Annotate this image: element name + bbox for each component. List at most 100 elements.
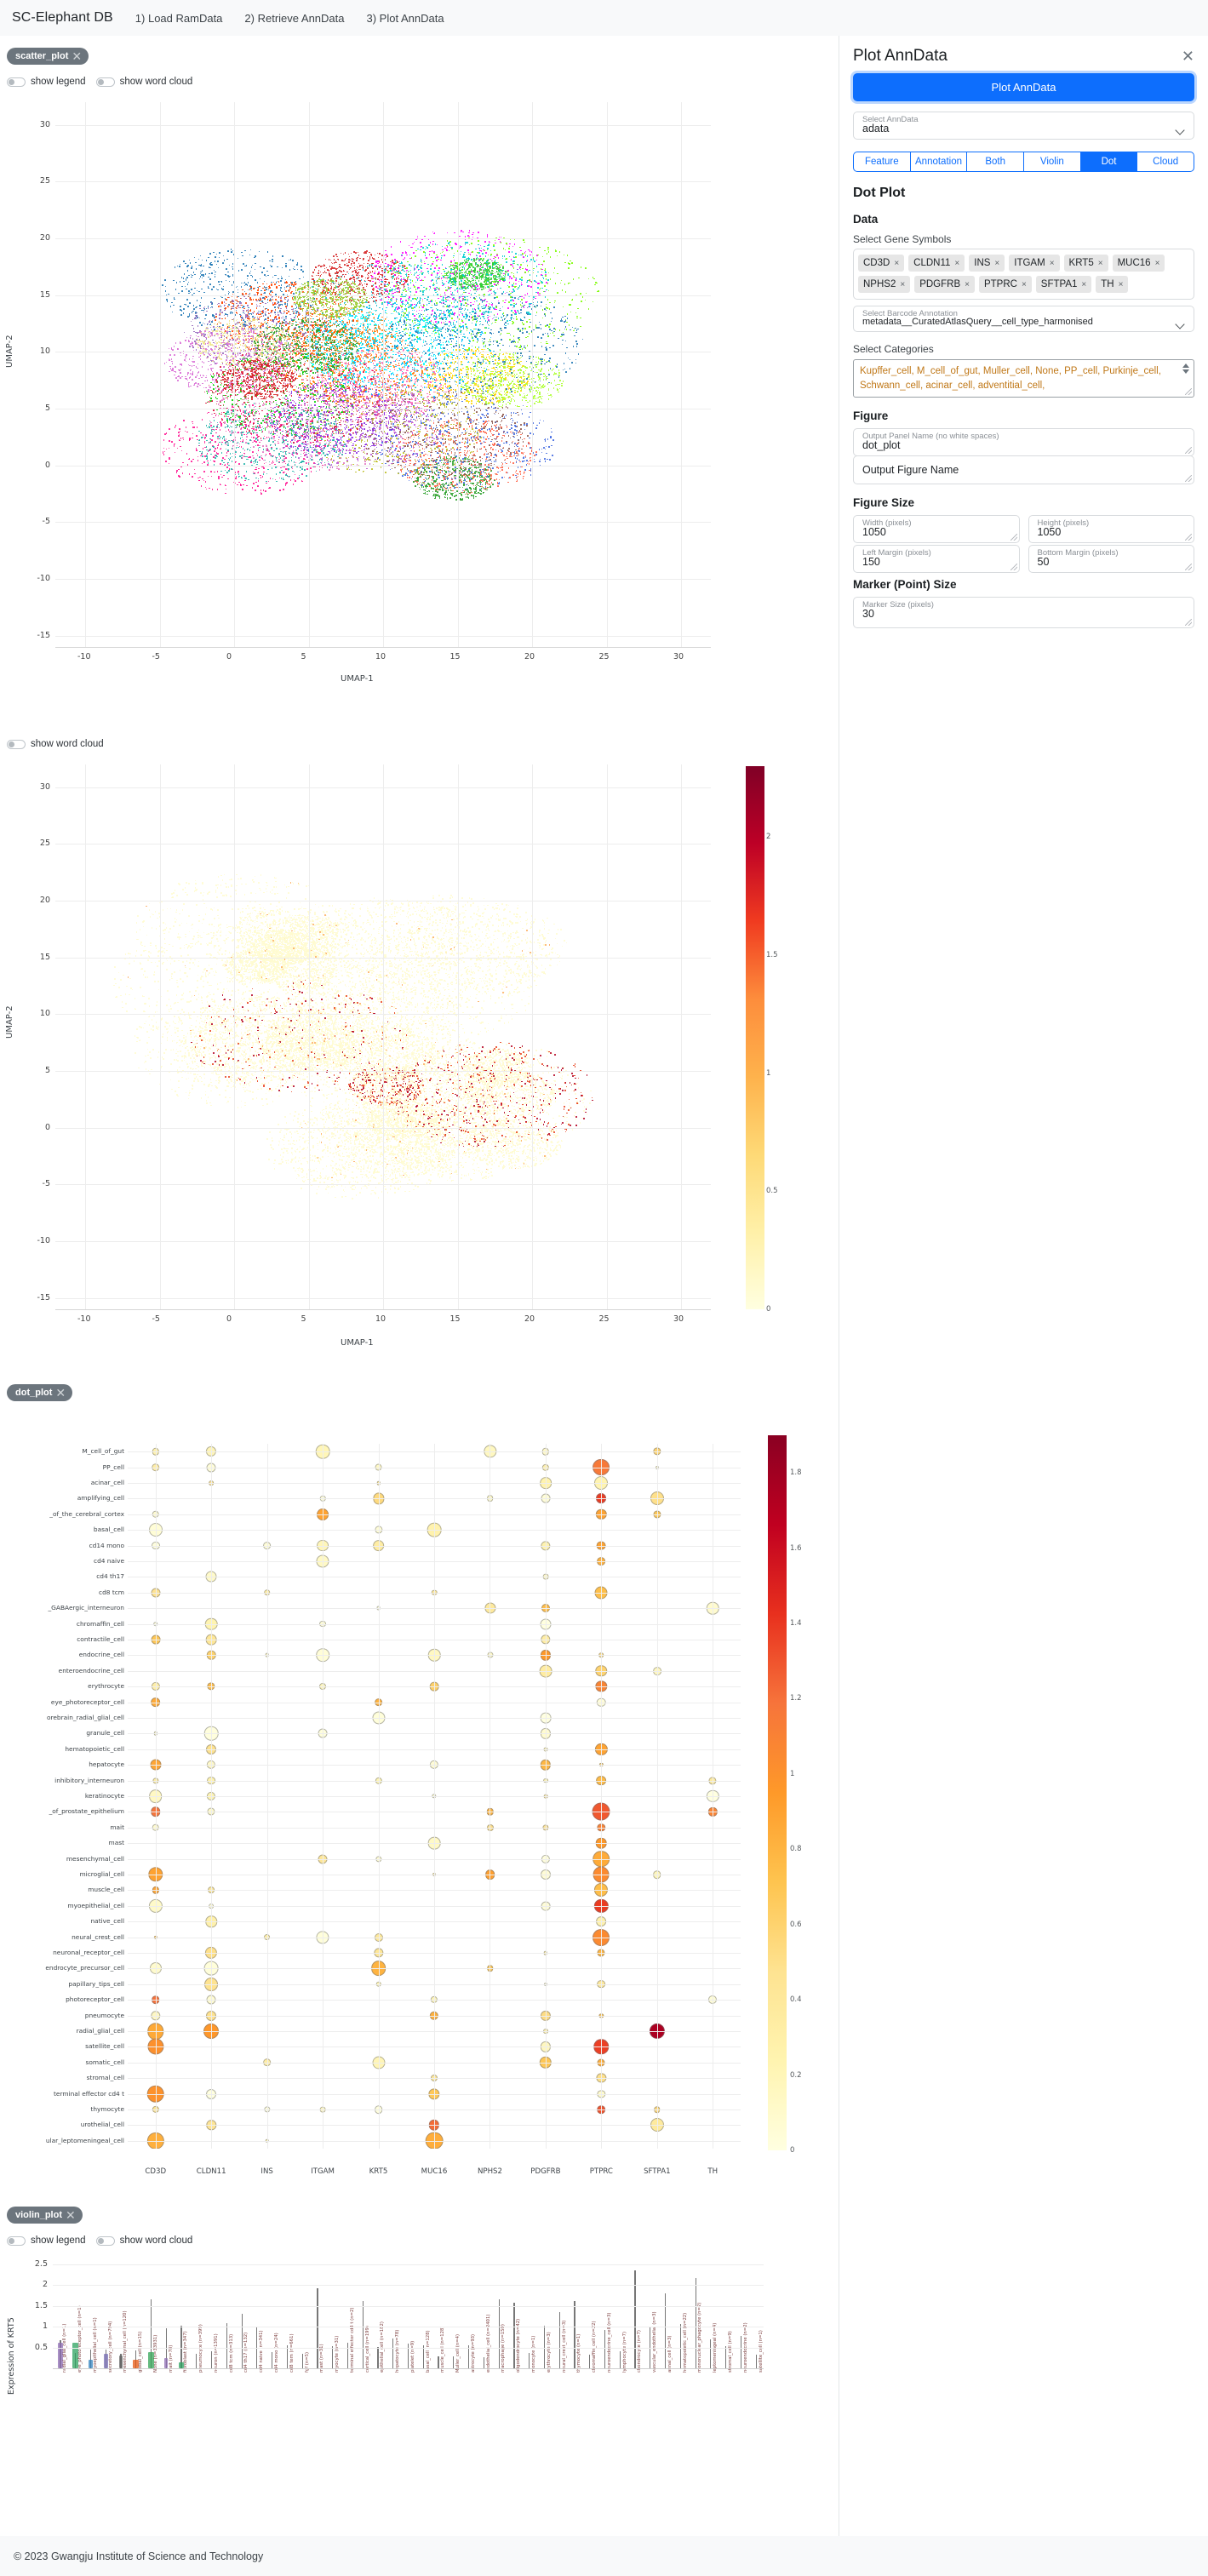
colorbar-tick-label: 1.5	[766, 951, 778, 959]
nav-link-retrieve-anndata[interactable]: 2) Retrieve AnnData	[244, 12, 344, 25]
resize-handle[interactable]	[1010, 564, 1017, 571]
figure-heading: Figure	[853, 409, 1194, 422]
scatter-plot-chip[interactable]: scatter_plot ✕	[7, 48, 89, 65]
gene-tag[interactable]: PDGFRB ×	[914, 276, 975, 293]
figure-width-field[interactable]: Width (pixels) 1050	[853, 515, 1020, 544]
toggle-label: show word cloud	[120, 77, 193, 87]
remove-gene-icon[interactable]: ×	[994, 259, 999, 268]
remove-gene-icon[interactable]: ×	[1050, 259, 1055, 268]
chevron-up-icon[interactable]	[1182, 364, 1189, 368]
violin-range-line	[196, 2353, 198, 2368]
toggle-switch[interactable]	[95, 2235, 115, 2246]
dot-plot-chip[interactable]: dot_plot ✕	[7, 1384, 73, 1401]
remove-gene-icon[interactable]: ×	[954, 259, 959, 268]
toggle-switch[interactable]	[95, 77, 115, 87]
dot-plot-panel-header: dot_plot ✕	[7, 1384, 73, 1401]
resize-handle[interactable]	[1185, 388, 1192, 396]
marker-size-field[interactable]: Marker Size (pixels) 30	[853, 597, 1194, 629]
gene-tag[interactable]: CD3D ×	[858, 255, 905, 272]
gene-tag[interactable]: SFTPA1 ×	[1035, 276, 1092, 293]
figure-height-field[interactable]: Height (pixels) 1050	[1028, 515, 1194, 544]
gene-symbols-tagbox[interactable]: CD3D × CLDN11 × INS × ITGAM × KRT5 × MUC16 × NPHS2 × P…	[853, 249, 1194, 300]
umap-categorical-scatter[interactable]: UMAP-2 UMAP-1 -10 -5 0 5 10 15 20 25 30 -15 -10 -5 0…	[0, 87, 732, 691]
tab-both[interactable]: Both	[966, 152, 1024, 172]
toggle-show-word-cloud-violin[interactable]: show word cloud	[95, 2235, 192, 2246]
violin-plot-chip[interactable]: violin_plot ✕	[7, 2207, 83, 2224]
tab-cloud[interactable]: Cloud	[1136, 152, 1195, 172]
tab-feature[interactable]: Feature	[853, 152, 910, 172]
gene-tag[interactable]: MUC16 ×	[1112, 255, 1165, 272]
gridline	[55, 1071, 711, 1072]
axis-tick-label: 15	[28, 953, 50, 962]
gridline	[532, 102, 533, 647]
output-panel-name-field[interactable]: Output Panel Name (no white spaces) dot_…	[853, 428, 1194, 457]
axis-tick-label: -10	[77, 652, 91, 661]
violin-category-label: endothelial_cell (n=2401)	[486, 2315, 491, 2373]
resize-handle[interactable]	[1185, 447, 1192, 455]
violin-body	[103, 2354, 108, 2368]
bottom-margin-field[interactable]: Bottom Margin (pixels) 50	[1028, 545, 1194, 574]
toggle-show-legend-scatter[interactable]: show legend	[7, 77, 86, 87]
gene-tag[interactable]: TH ×	[1096, 276, 1129, 293]
close-icon[interactable]: ✕	[72, 50, 82, 62]
dot-plot-row-label: urothelial_cell	[0, 2121, 124, 2128]
colorbar-tick-label: 0.2	[790, 2071, 802, 2080]
dot-plot-column-label: PDGFRB	[515, 2167, 576, 2176]
dot-plot-column-label: ITGAM	[292, 2167, 353, 2176]
select-anndata-dropdown[interactable]: Select AnnData adata	[853, 112, 1194, 140]
remove-gene-icon[interactable]: ×	[1155, 259, 1160, 268]
gridline	[383, 102, 384, 647]
resize-handle[interactable]	[1185, 534, 1192, 541]
tab-dot[interactable]: Dot	[1079, 152, 1137, 172]
gene-tag[interactable]: KRT5 ×	[1063, 255, 1108, 272]
left-margin-field[interactable]: Left Margin (pixels) 150	[853, 545, 1020, 574]
colorbar-tick-label: 1	[790, 1770, 794, 1778]
gene-tag-label: TH	[1101, 279, 1114, 289]
remove-gene-icon[interactable]: ×	[965, 280, 970, 289]
plot-anndata-button[interactable]: Plot AnnData	[853, 73, 1194, 101]
toggle-switch[interactable]	[7, 77, 26, 87]
remove-gene-icon[interactable]: ×	[1081, 280, 1086, 289]
violin-plot-figure[interactable]: Expression of KRT5 radial_glial_cell (n=…	[0, 2246, 817, 2536]
remove-gene-icon[interactable]: ×	[1098, 259, 1103, 268]
app-brand[interactable]: SC-Elephant DB	[12, 10, 113, 26]
close-icon[interactable]: ✕	[1182, 49, 1194, 64]
toggle-switch[interactable]	[7, 2235, 26, 2246]
remove-gene-icon[interactable]: ×	[894, 259, 899, 268]
gene-tag[interactable]: ITGAM ×	[1009, 255, 1060, 272]
violin-category-label: cd8 tcm (n=313)	[229, 2334, 234, 2373]
resize-handle[interactable]	[1185, 475, 1192, 483]
toggle-switch[interactable]	[7, 739, 26, 749]
dot-plot-figure[interactable]: M_cell_of_gut PP_cell acinar_cell amplifyin…	[0, 1408, 817, 2200]
resize-handle[interactable]	[1185, 564, 1192, 571]
nav-link-plot-anndata[interactable]: 3) Plot AnnData	[367, 12, 444, 25]
resize-handle[interactable]	[1010, 534, 1017, 541]
gridline	[55, 957, 711, 959]
select-categories-listbox[interactable]: Kupffer_cell, M_cell_of_gut, Muller_cell…	[853, 359, 1194, 398]
tab-violin[interactable]: Violin	[1023, 152, 1080, 172]
close-icon[interactable]: ✕	[55, 1387, 66, 1399]
remove-gene-icon[interactable]: ×	[900, 280, 905, 289]
remove-gene-icon[interactable]: ×	[1119, 280, 1124, 289]
toggle-show-word-cloud-feature[interactable]: show word cloud	[7, 739, 104, 749]
umap-feature-scatter[interactable]: UMAP-2 UMAP-1 -10 -5 0 5 10 15 20 25 30 -15 -10 -5 0…	[0, 749, 783, 1362]
gene-tag[interactable]: NPHS2 ×	[858, 276, 911, 293]
violin-category-label: eye_photoreceptor_cell (n=1)	[77, 2305, 83, 2373]
toggle-show-word-cloud-scatter[interactable]: show word cloud	[95, 77, 193, 87]
figure-size-heading: Figure Size	[853, 496, 1194, 509]
remove-gene-icon[interactable]: ×	[1022, 280, 1027, 289]
output-figure-name-field[interactable]: Output Figure Name	[853, 455, 1194, 485]
close-icon[interactable]: ✕	[66, 2209, 76, 2221]
axis-tick-label: -15	[28, 631, 50, 640]
nav-link-load-ramdata[interactable]: 1) Load RamData	[135, 12, 223, 25]
tab-annotation[interactable]: Annotation	[909, 152, 967, 172]
dot-plot-row-label: cd4 naive	[0, 1557, 124, 1565]
gene-tag[interactable]: INS ×	[969, 255, 1005, 272]
select-barcode-annotation-dropdown[interactable]: Select Barcode Annotation metadata__Cura…	[853, 306, 1194, 332]
gene-tag[interactable]: CLDN11 ×	[908, 255, 965, 272]
violin-body	[164, 2358, 169, 2368]
chevron-down-icon[interactable]	[1182, 369, 1189, 374]
toggle-show-legend-violin[interactable]: show legend	[7, 2235, 86, 2246]
resize-handle[interactable]	[1185, 619, 1192, 627]
gene-tag[interactable]: PTPRC ×	[978, 276, 1032, 293]
